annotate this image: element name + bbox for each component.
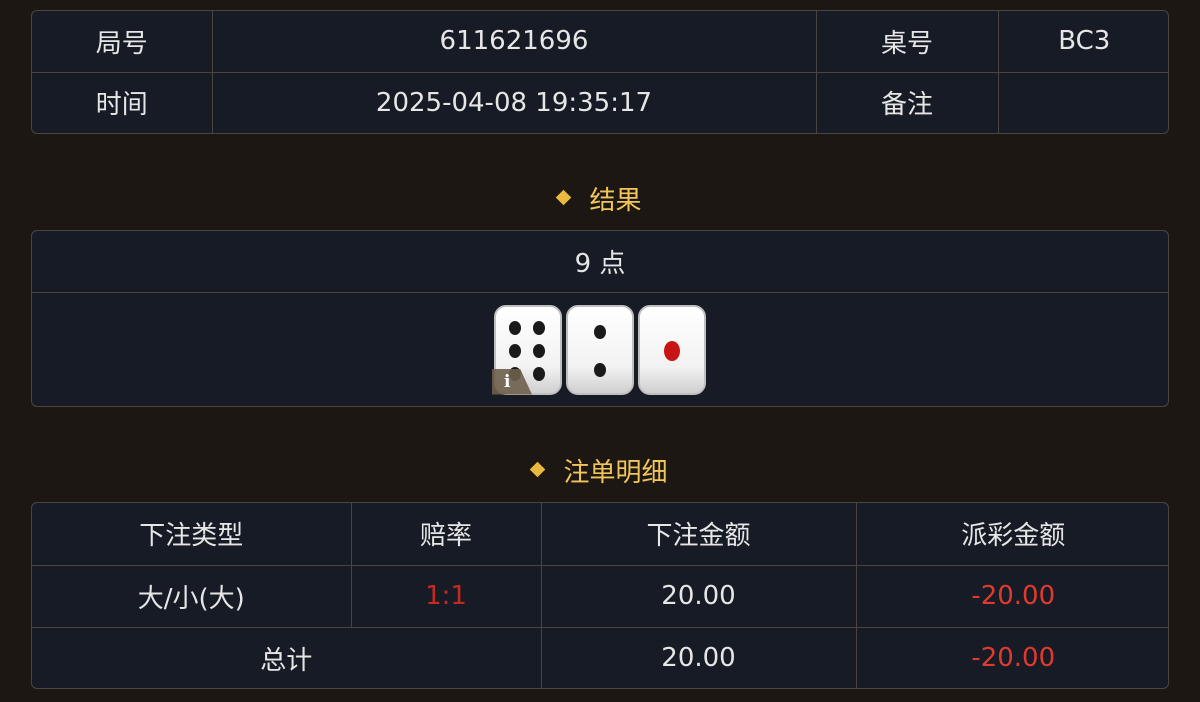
note-label: 备注 <box>815 71 999 133</box>
result-section-title: 结果 <box>0 180 1200 217</box>
round-value: 611621696 <box>211 11 817 73</box>
bet-detail-page: 局号 611621696 桌号 BC3 时间 2025-04-08 19:35:… <box>0 0 1200 702</box>
table-value: BC3 <box>997 11 1168 73</box>
result-panel: 9 点 i <box>31 230 1169 407</box>
header-payout: 派彩金额 <box>855 503 1168 566</box>
round-info-table: 局号 611621696 桌号 BC3 时间 2025-04-08 19:35:… <box>32 11 1168 133</box>
diamond-icon <box>530 461 546 478</box>
total-amount: 20.00 <box>540 626 857 688</box>
table-row: 大/小(大) 1:1 20.00 -20.00 <box>32 564 1168 628</box>
result-title-text: 结果 <box>589 186 642 216</box>
info-icon[interactable]: i <box>492 368 532 395</box>
diamond-icon <box>556 189 572 206</box>
header-odds: 赔率 <box>350 503 542 566</box>
bets-title-text: 注单明细 <box>563 458 668 488</box>
result-points: 9 点 <box>32 231 1168 293</box>
payout-cell: -20.00 <box>855 564 1168 628</box>
round-info-panel: 局号 611621696 桌号 BC3 时间 2025-04-08 19:35:… <box>31 10 1169 134</box>
total-payout: -20.00 <box>855 626 1168 688</box>
table-label: 桌号 <box>815 11 999 73</box>
bets-section-title: 注单明细 <box>0 452 1200 489</box>
die-two-icon <box>566 304 634 395</box>
info-row: 时间 2025-04-08 19:35:17 备注 <box>32 71 1168 133</box>
time-label: 时间 <box>32 71 213 133</box>
time-value: 2025-04-08 19:35:17 <box>211 71 817 133</box>
bet-amount-cell: 20.00 <box>540 564 857 628</box>
die-six-icon: i <box>492 304 562 395</box>
info-row: 局号 611621696 桌号 BC3 <box>32 11 1168 73</box>
odds-cell: 1:1 <box>350 564 542 628</box>
total-label: 总计 <box>32 626 542 688</box>
note-value <box>997 71 1168 133</box>
round-label: 局号 <box>32 11 213 73</box>
header-bet-type: 下注类型 <box>32 503 352 566</box>
table-header-row: 下注类型 赔率 下注金额 派彩金额 <box>32 503 1168 566</box>
dice-row: i <box>32 293 1168 406</box>
dice-group[interactable]: i <box>492 304 706 395</box>
total-row: 总计 20.00 -20.00 <box>32 626 1168 688</box>
die-one-icon <box>638 304 706 395</box>
bet-type-cell: 大/小(大) <box>32 564 352 628</box>
header-bet-amount: 下注金额 <box>540 503 857 566</box>
bets-panel: 下注类型 赔率 下注金额 派彩金额 大/小(大) 1:1 20.00 -20.0… <box>31 502 1169 689</box>
bets-table: 下注类型 赔率 下注金额 派彩金额 大/小(大) 1:1 20.00 -20.0… <box>32 503 1168 688</box>
